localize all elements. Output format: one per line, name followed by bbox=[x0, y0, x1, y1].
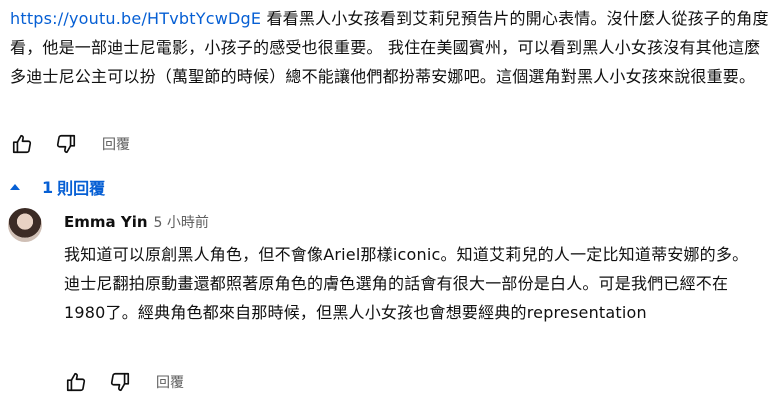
thumb-up-icon[interactable] bbox=[64, 370, 88, 394]
comment-thread: https://youtu.be/HTvbtYcwDgE 看看黑人小女孩看到艾莉… bbox=[0, 0, 773, 400]
comment-actions: 回覆 bbox=[10, 132, 130, 156]
reply-header: Emma Yin 5 小時前 bbox=[64, 212, 209, 232]
reply-actions: 回覆 bbox=[64, 370, 184, 394]
avatar[interactable] bbox=[8, 208, 42, 242]
reply-timestamp[interactable]: 5 小時前 bbox=[154, 212, 209, 232]
comment-body: https://youtu.be/HTvbtYcwDgE 看看黑人小女孩看到艾莉… bbox=[10, 4, 770, 91]
reply-author[interactable]: Emma Yin bbox=[64, 213, 148, 231]
replies-label: 則回覆 bbox=[57, 179, 106, 198]
caret-up-icon bbox=[10, 184, 20, 190]
thumb-down-icon[interactable] bbox=[54, 132, 78, 156]
replies-count: 1 bbox=[42, 177, 54, 197]
reply-button[interactable]: 回覆 bbox=[102, 134, 130, 154]
reply-button[interactable]: 回覆 bbox=[156, 372, 184, 392]
comment-link[interactable]: https://youtu.be/HTvbtYcwDgE bbox=[10, 9, 261, 28]
thumb-up-icon[interactable] bbox=[10, 132, 34, 156]
reply-body: 我知道可以原創黑人角色，但不會像Ariel那樣iconic。知道艾莉兒的人一定比… bbox=[64, 245, 749, 322]
thumb-down-icon[interactable] bbox=[108, 370, 132, 394]
replies-toggle[interactable]: 1 則回覆 bbox=[8, 175, 105, 199]
